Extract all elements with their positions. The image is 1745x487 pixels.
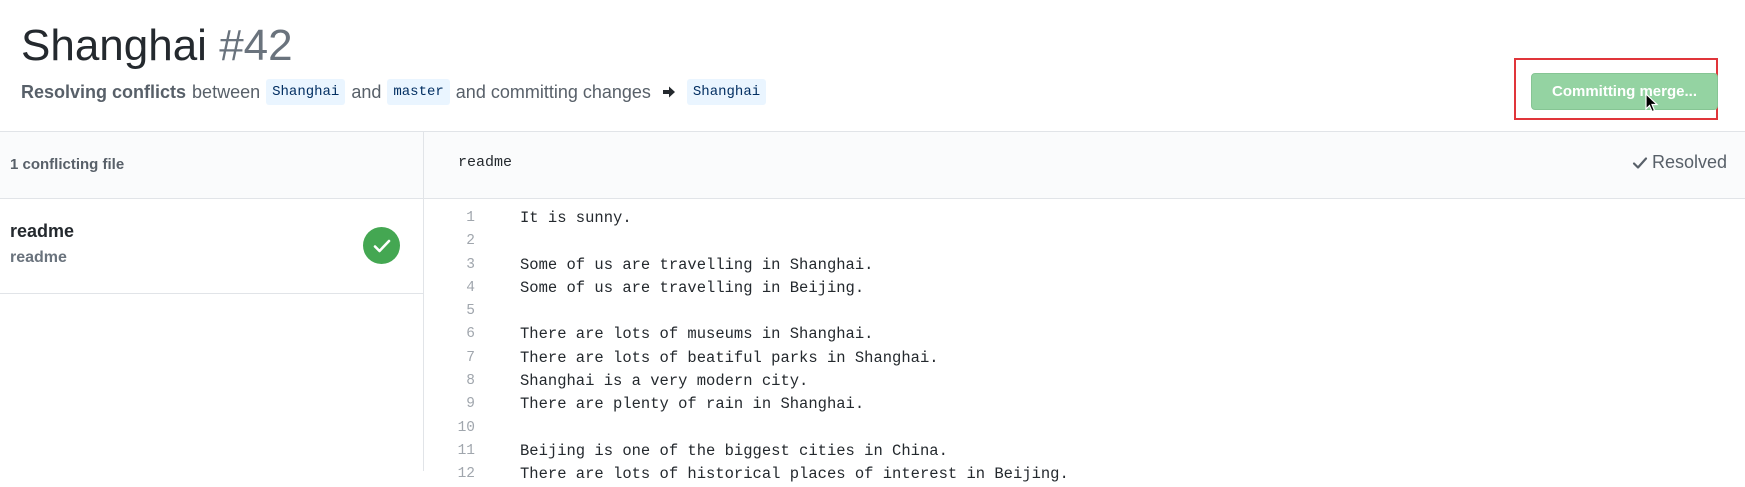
check-circle-icon (363, 227, 400, 264)
line-text: Beijing is one of the biggest cities in … (520, 441, 948, 460)
page-header: Shanghai #42 Resolving conflicts between… (0, 0, 1745, 131)
branch-to: master (387, 79, 450, 105)
code-line: 4 Some of us are travelling in Beijing. (424, 277, 1745, 300)
line-text: Some of us are travelling in Shanghai. (520, 255, 874, 274)
line-number: 7 (466, 349, 475, 366)
line-number: 10 (457, 419, 475, 436)
code-line: 11 Beijing is one of the biggest cities i… (424, 440, 1745, 463)
conflict-editor: readme Resolved 1 It is sunny. 2 3 Some of… (424, 132, 1745, 483)
line-text: There are lots of historical places of i… (520, 465, 1069, 484)
code-line: 1 It is sunny. (424, 207, 1745, 230)
target-branch: Shanghai (686, 79, 767, 105)
code-line: 10 (424, 417, 1745, 440)
line-text: Some of us are travelling in Beijing. (520, 278, 865, 297)
code-line: 12 There are lots of historical places of… (424, 463, 1745, 486)
summary-and: and (351, 82, 382, 102)
editor-header: readme Resolved (424, 132, 1745, 199)
line-text: There are lots of beatiful parks in Shan… (520, 348, 939, 367)
conflict-summary: Resolving conflicts between Shanghai and… (21, 78, 767, 106)
commit-merge-button[interactable]: Committing merge... (1531, 73, 1718, 110)
line-number: 1 (466, 210, 475, 226)
code-line: 7 There are lots of beatiful parks in Sha… (424, 347, 1745, 370)
code-view[interactable]: 1 It is sunny. 2 3 Some of us are travelli… (424, 207, 1745, 487)
code-line: 9 There are plenty of rain in Shanghai. (424, 393, 1745, 416)
line-number: 12 (457, 466, 475, 483)
line-text: Shanghai is a very modern city. (520, 372, 809, 391)
line-number: 2 (466, 233, 475, 250)
pr-number: #42 (219, 21, 293, 70)
branch-from: Shanghai (266, 79, 346, 105)
check-icon (1632, 156, 1648, 169)
editor-filename: readme (458, 154, 513, 171)
line-number: 11 (457, 442, 475, 459)
file-path: readme (10, 249, 67, 266)
code-line: 2 (424, 230, 1745, 253)
summary-between: between (192, 82, 261, 102)
summary-strong: Resolving conflicts (21, 82, 187, 102)
arrow-right-icon (661, 84, 677, 100)
line-text: It is sunny. (520, 209, 632, 227)
line-number: 5 (466, 303, 475, 320)
line-text: There are lots of museums in Shanghai. (520, 325, 874, 344)
line-number: 6 (466, 326, 475, 343)
conflicting-files-sidebar: 1 conflicting file readme readme (0, 132, 424, 471)
code-line: 6 There are lots of museums in Shanghai. (424, 323, 1745, 346)
file-name: readme (10, 221, 75, 241)
line-number: 3 (466, 256, 475, 273)
pr-title: Shanghai (21, 21, 207, 70)
code-line: 5 (424, 300, 1745, 323)
summary-committing: and committing changes (455, 82, 651, 102)
merge-panes: 1 conflicting file readme readme readme … (0, 131, 1745, 483)
file-list-item[interactable]: readme readme (0, 199, 423, 294)
line-number: 9 (466, 396, 475, 413)
mouse-cursor-icon (1645, 93, 1659, 113)
conflicting-files-count: 1 conflicting file (0, 132, 423, 199)
resolved-status: Resolved (1632, 152, 1727, 173)
line-number: 8 (466, 373, 475, 390)
page-title: Shanghai #42 (21, 18, 293, 74)
code-line: 8 Shanghai is a very modern city. (424, 370, 1745, 393)
resolved-label: Resolved (1651, 152, 1727, 172)
line-number: 4 (466, 279, 475, 296)
line-text: There are plenty of rain in Shanghai. (520, 395, 865, 414)
code-line: 3 Some of us are travelling in Shanghai. (424, 254, 1745, 277)
